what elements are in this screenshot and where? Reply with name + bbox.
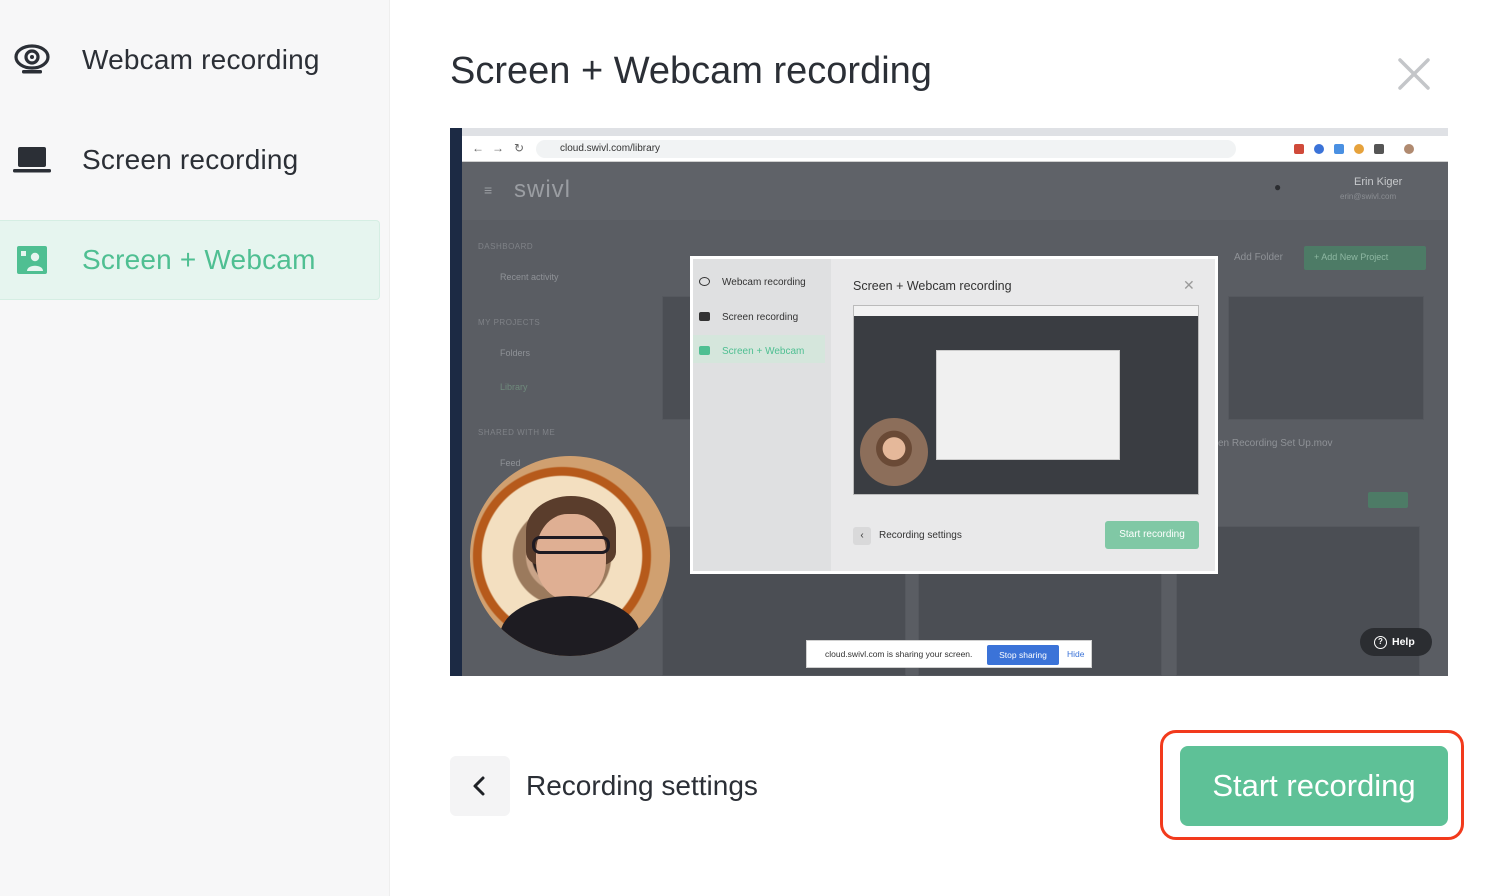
sidebar-item-webcam-recording[interactable]: Webcam recording bbox=[0, 20, 380, 100]
app-nav-item: Folders bbox=[500, 348, 531, 358]
nested-item-label: Webcam recording bbox=[722, 277, 806, 288]
close-icon bbox=[1398, 58, 1430, 90]
screen-sharing-bar: cloud.swivl.com is sharing your screen. … bbox=[806, 640, 1092, 668]
sidebar-item-label: Screen + Webcam bbox=[82, 244, 316, 275]
nested-item-label: Screen recording bbox=[722, 312, 799, 323]
app-section-label: DASHBOARD bbox=[478, 242, 534, 251]
start-recording-button[interactable]: Start recording bbox=[1180, 746, 1448, 826]
app-add-folder: Add Folder bbox=[1234, 252, 1283, 263]
extension-icon bbox=[1354, 144, 1364, 154]
nested-item-screen-webcam: Screen + Webcam bbox=[699, 346, 804, 357]
menu-icon: ≡ bbox=[484, 182, 493, 198]
nested-start-button: Start recording bbox=[1105, 521, 1199, 549]
question-icon: ? bbox=[1374, 635, 1387, 649]
webcam-bubble bbox=[470, 456, 670, 656]
forward-arrow-icon: → bbox=[492, 141, 504, 155]
nested-preview-dialog bbox=[936, 350, 1120, 460]
sharing-message: cloud.swivl.com is sharing your screen. bbox=[825, 649, 973, 659]
nested-settings-label: Recording settings bbox=[879, 530, 962, 541]
nested-sidebar: Webcam recording Screen recording Screen… bbox=[693, 259, 831, 571]
stop-sharing-button: Stop sharing bbox=[987, 645, 1059, 665]
app-add-project-label: + Add New Project bbox=[1314, 252, 1389, 262]
extension-icon bbox=[1334, 144, 1344, 154]
webcam-face bbox=[536, 514, 606, 600]
help-label: Help bbox=[1392, 636, 1415, 648]
nested-browser-bar bbox=[854, 306, 1198, 316]
sidebar-item-label: Screen recording bbox=[82, 144, 299, 175]
app-video-tile bbox=[1228, 296, 1424, 420]
webcam-glasses bbox=[532, 536, 610, 554]
app-nav-item: Library bbox=[500, 382, 528, 392]
app-user-email: erin@swivl.com bbox=[1340, 192, 1397, 201]
webcam-icon bbox=[12, 40, 52, 80]
webcam-shirt bbox=[500, 596, 640, 656]
browser-tab-strip bbox=[462, 128, 1448, 136]
sidebar-item-screen-recording[interactable]: Screen recording bbox=[0, 120, 380, 200]
reload-icon: ↻ bbox=[514, 141, 525, 155]
app-user-name: Erin Kiger bbox=[1354, 176, 1403, 188]
profile-avatar bbox=[1404, 144, 1414, 154]
nested-preview bbox=[853, 305, 1199, 495]
close-button[interactable] bbox=[1394, 54, 1434, 94]
app-header: ≡ swivl ● Erin Kiger erin@swivl.com bbox=[462, 162, 1448, 220]
recording-settings-label[interactable]: Recording settings bbox=[526, 770, 758, 802]
extension-icon bbox=[1314, 144, 1324, 154]
chevron-left-icon bbox=[473, 776, 485, 796]
webcam-icon bbox=[699, 277, 710, 286]
nested-item-webcam: Webcam recording bbox=[699, 277, 806, 288]
screen-webcam-icon bbox=[12, 240, 52, 280]
sidebar-item-screen-webcam[interactable]: Screen + Webcam bbox=[0, 220, 380, 300]
screen-webcam-icon bbox=[699, 346, 710, 355]
mode-sidebar: Webcam recording Screen recording Screen… bbox=[0, 0, 390, 896]
app-file-name: en Recording Set Up.mov bbox=[1218, 438, 1333, 449]
nested-item-label: Screen + Webcam bbox=[722, 346, 805, 357]
app-brand: swivl bbox=[514, 176, 571, 203]
dialog-title: Screen + Webcam recording bbox=[450, 50, 932, 92]
back-arrow-icon: ← bbox=[472, 141, 484, 155]
app-nav-item: Feed bbox=[500, 458, 521, 468]
app-add-project-button: + Add New Project bbox=[1304, 246, 1426, 270]
address-bar-url: cloud.swivl.com/library bbox=[560, 143, 661, 154]
nested-dialog-title: Screen + Webcam recording bbox=[853, 279, 1012, 293]
app-nav-item: Recent activity bbox=[500, 272, 559, 282]
nested-back-button: ‹ bbox=[853, 527, 871, 545]
sidebar-item-label: Webcam recording bbox=[82, 44, 320, 75]
nested-item-screen: Screen recording bbox=[699, 312, 798, 323]
app-badge bbox=[1368, 492, 1408, 508]
extension-icon bbox=[1294, 144, 1304, 154]
laptop-icon bbox=[699, 312, 710, 321]
bell-icon: ● bbox=[1274, 180, 1282, 194]
puzzle-icon bbox=[1374, 144, 1384, 154]
nested-recording-dialog: Webcam recording Screen recording Screen… bbox=[690, 256, 1218, 574]
close-icon: ✕ bbox=[1183, 277, 1195, 293]
help-pill: ? Help bbox=[1360, 628, 1432, 656]
app-section-label: SHARED WITH ME bbox=[478, 428, 556, 437]
app-section-label: MY PROJECTS bbox=[478, 318, 541, 327]
browser-toolbar: ← → ↻ cloud.swivl.com/library bbox=[462, 136, 1448, 162]
nested-webcam-bubble bbox=[860, 418, 928, 486]
laptop-icon bbox=[12, 140, 52, 180]
back-button[interactable] bbox=[450, 756, 510, 816]
hide-link: Hide bbox=[1067, 649, 1085, 659]
